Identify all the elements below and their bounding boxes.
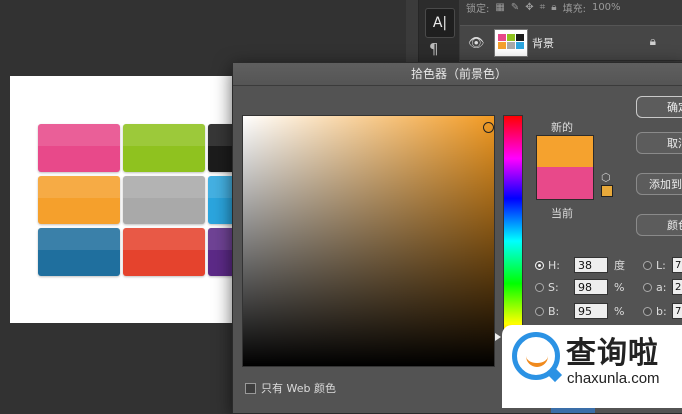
hue-slider-handle[interactable]	[495, 333, 501, 341]
lab-l-label: L:	[656, 258, 666, 272]
brightness-label: B:	[548, 304, 560, 318]
layer-lock-icon: 🔒︎	[649, 34, 656, 48]
layer-row-background[interactable]: 👁︎ 背景 🔒︎	[460, 25, 682, 61]
lab-a-label: a:	[656, 280, 667, 294]
hue-radio[interactable]	[535, 260, 544, 270]
tile-blue	[38, 228, 120, 276]
lab-b-label: b:	[656, 304, 667, 318]
saturation-input[interactable]: 98	[574, 279, 608, 295]
cancel-button[interactable]: 取消	[636, 132, 682, 154]
lock-transparent-icon[interactable]: ▦	[495, 2, 504, 13]
tile-red	[123, 228, 205, 276]
brightness-row: B: 95 %	[535, 302, 626, 320]
lab-a-radio[interactable]	[643, 282, 652, 292]
add-to-swatches-button[interactable]: 添加到色板	[636, 173, 682, 195]
dialog-title: 拾色器（前景色）	[233, 63, 682, 86]
color-libraries-button[interactable]: 颜色库	[636, 214, 682, 236]
web-only-checkbox[interactable]	[245, 382, 256, 394]
out-of-gamut-cube-icon[interactable]: ⬡	[601, 171, 611, 184]
lab-b-radio[interactable]	[643, 306, 652, 316]
tile-gray	[123, 176, 205, 224]
lab-b-row: b: 7	[643, 302, 682, 320]
ok-button[interactable]: 确定	[636, 96, 682, 118]
web-safe-color-swatch[interactable]	[601, 185, 613, 197]
tile-pink	[38, 124, 120, 172]
web-only-option[interactable]: 只有 Web 颜色	[245, 380, 336, 396]
layer-lock-row: 锁定: ▦ ✎ ✥ ⌗ 🔒︎ 填充: 100%	[466, 0, 682, 15]
paragraph-panel-button[interactable]: ¶	[429, 40, 439, 58]
hue-row: H: 38 度	[535, 256, 626, 274]
lab-b-input[interactable]: 7	[672, 303, 682, 319]
watermark-text: 查询啦	[566, 336, 659, 371]
hue-input[interactable]: 38	[574, 257, 608, 273]
color-field-marker[interactable]	[483, 122, 494, 133]
new-color-label: 新的	[551, 121, 573, 134]
hue-unit: 度	[614, 259, 625, 272]
visibility-eye-icon[interactable]: 👁︎	[468, 36, 485, 51]
lab-a-row: a: 2	[643, 278, 682, 296]
lock-paint-icon[interactable]: ✎	[511, 2, 519, 13]
saturation-unit: %	[614, 280, 625, 294]
watermark-logo-icon	[512, 332, 560, 380]
layer-name: 背景	[532, 37, 554, 50]
lab-l-input[interactable]: 7	[672, 257, 682, 273]
new-color-swatch	[536, 135, 594, 168]
fill-label: 填充:	[562, 3, 586, 15]
tile-green	[123, 124, 205, 172]
web-only-label: 只有 Web 颜色	[261, 382, 336, 395]
lab-a-input[interactable]: 2	[672, 279, 682, 295]
lock-artboard-icon[interactable]: ⌗	[540, 2, 546, 13]
current-color-label: 当前	[551, 207, 573, 220]
brightness-radio[interactable]	[535, 306, 544, 316]
lab-l-radio[interactable]	[643, 260, 652, 270]
canvas-document[interactable]	[10, 76, 290, 323]
brightness-unit: %	[614, 304, 625, 318]
saturation-radio[interactable]	[535, 282, 544, 292]
layer-thumbnail	[494, 29, 528, 57]
watermark-url: chaxunla.com	[567, 370, 660, 387]
lab-l-row: L: 7	[643, 256, 682, 274]
saturation-row: S: 98 %	[535, 278, 626, 296]
tile-orange	[38, 176, 120, 224]
fill-value[interactable]: 100%	[592, 2, 621, 13]
lock-all-icon[interactable]: 🔒︎	[551, 2, 556, 13]
hue-label: H:	[548, 258, 560, 272]
brightness-input[interactable]: 95	[574, 303, 608, 319]
character-panel-button[interactable]: A|	[425, 8, 455, 38]
lock-label: 锁定:	[466, 3, 490, 15]
saturation-brightness-field[interactable]	[242, 115, 495, 367]
saturation-label: S:	[548, 280, 559, 294]
current-color-swatch[interactable]	[536, 167, 594, 200]
lock-move-icon[interactable]: ✥	[525, 2, 533, 13]
tools-strip: A| ¶	[418, 0, 459, 68]
